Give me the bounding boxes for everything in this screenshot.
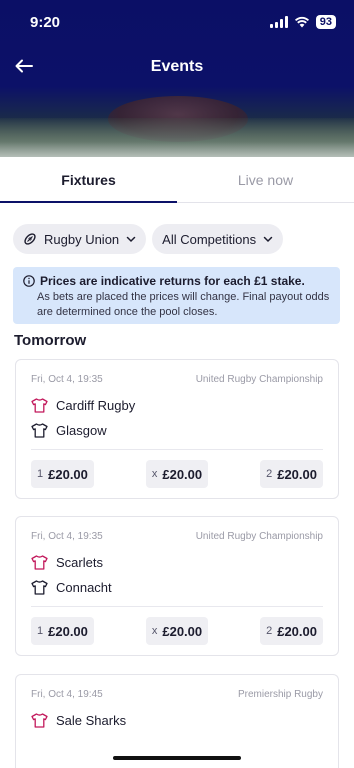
odds-row: 1 £20.00 x £20.00 2 £20.00: [31, 617, 323, 645]
event-card[interactable]: Fri, Oct 4, 19:35 United Rugby Champions…: [15, 516, 339, 656]
home-team-name: Cardiff Rugby: [56, 398, 136, 413]
home-team: Scarlets: [31, 550, 323, 575]
page-title: Events: [150, 58, 204, 75]
divider: [31, 606, 323, 607]
home-shirt-icon: [31, 398, 48, 413]
arrow-left-icon: [15, 59, 33, 73]
event-competition: United Rugby Championship: [195, 374, 323, 385]
away-shirt-icon: [31, 423, 48, 438]
header-banner: 9:20 93 Events: [0, 0, 354, 157]
away-team: Glasgow: [31, 418, 323, 443]
status-bar: 9:20 93: [0, 0, 354, 44]
back-button[interactable]: [12, 54, 36, 78]
competition-filter-dropdown[interactable]: All Competitions: [152, 224, 284, 254]
sport-filter-dropdown[interactable]: Rugby Union: [13, 224, 147, 254]
wifi-icon: [294, 16, 309, 28]
odds-button-draw[interactable]: x £20.00: [145, 617, 209, 645]
event-competition: Premiership Rugby: [237, 689, 323, 700]
odds-button-draw[interactable]: x £20.00: [145, 460, 209, 488]
info-title: Prices are indicative returns for each £…: [40, 274, 305, 288]
sport-filter-label: Rugby Union: [44, 231, 120, 247]
tab-bar: Fixtures Live now: [0, 157, 354, 203]
odds-row: 1 £20.00 x £20.00 2 £20.00: [31, 460, 323, 488]
section-title: Tomorrow: [14, 332, 87, 349]
tab-live-now[interactable]: Live now: [177, 157, 354, 202]
home-shirt-icon: [31, 713, 48, 728]
status-time: 9:20: [30, 13, 61, 31]
pitch-image: [0, 118, 354, 157]
home-team: Sale Sharks: [31, 708, 323, 733]
odds-button-away[interactable]: 2 £20.00: [260, 460, 323, 488]
event-card[interactable]: Fri, Oct 4, 19:45 Premiership Rugby Sale…: [15, 674, 339, 768]
event-competition: United Rugby Championship: [195, 531, 323, 542]
home-shirt-icon: [31, 555, 48, 570]
event-card[interactable]: Fri, Oct 4, 19:35 United Rugby Champions…: [15, 359, 339, 499]
away-team: Connacht: [31, 575, 323, 600]
info-banner: Prices are indicative returns for each £…: [13, 267, 340, 324]
home-team-name: Sale Sharks: [56, 713, 127, 728]
info-body: As bets are placed the prices will chang…: [37, 291, 330, 318]
rugby-ball-icon: [24, 233, 36, 245]
away-team-name: Connacht: [56, 580, 112, 595]
chevron-down-icon: [126, 236, 136, 243]
event-datetime: Fri, Oct 4, 19:35: [31, 531, 103, 542]
home-team: Cardiff Rugby: [31, 393, 323, 418]
chevron-down-icon: [263, 236, 273, 243]
signal-icon: [269, 16, 288, 28]
away-team-name: Glasgow: [56, 423, 107, 438]
odds-button-home[interactable]: 1 £20.00: [31, 460, 94, 488]
status-icons: 93: [269, 15, 336, 29]
odds-button-home[interactable]: 1 £20.00: [31, 617, 94, 645]
odds-button-away[interactable]: 2 £20.00: [260, 617, 323, 645]
battery-indicator: 93: [315, 15, 336, 29]
event-datetime: Fri, Oct 4, 19:35: [31, 374, 103, 385]
away-shirt-icon: [31, 580, 48, 595]
divider: [31, 449, 323, 450]
nav-bar: Events: [0, 48, 354, 86]
info-icon: [23, 275, 35, 287]
filter-bar: Rugby Union All Competitions: [13, 224, 284, 254]
event-datetime: Fri, Oct 4, 19:45: [31, 689, 103, 700]
home-team-name: Scarlets: [56, 555, 103, 570]
competition-filter-label: All Competitions: [162, 231, 257, 247]
home-indicator: [113, 756, 241, 760]
tab-fixtures[interactable]: Fixtures: [0, 157, 177, 203]
